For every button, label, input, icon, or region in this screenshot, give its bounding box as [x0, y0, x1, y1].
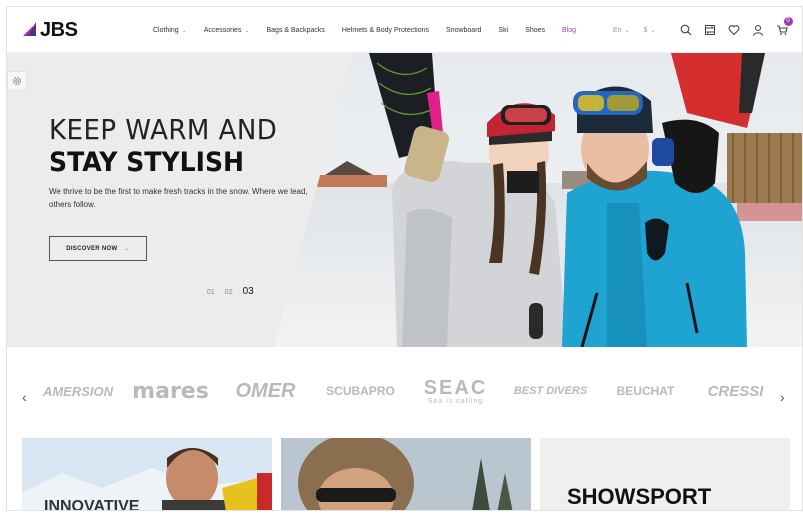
- brand-logo[interactable]: SEAC Sea is calling: [408, 371, 503, 411]
- chevron-right-icon[interactable]: ›: [780, 389, 785, 405]
- slide-dot-2[interactable]: 02: [225, 289, 233, 296]
- hero-description: We thrive to be the first to make fresh …: [49, 187, 308, 209]
- slide-dot-3[interactable]: 03: [243, 286, 254, 297]
- hero-title-line2: STAY STYLISH: [49, 147, 245, 178]
- brand-name: BEST DIVERS: [513, 385, 588, 397]
- nav-label: Helmets & Body Protections: [341, 26, 430, 34]
- settings-gear-button[interactable]: [7, 71, 27, 91]
- language-select[interactable]: En ⌄: [613, 27, 630, 34]
- promo-card-1[interactable]: INNOVATIVE: [22, 438, 272, 511]
- discover-now-button[interactable]: DISCOVER NOW →: [49, 236, 147, 261]
- brand-name: SEAC: [423, 376, 488, 399]
- brand-name: SCUBAPRO: [326, 384, 395, 398]
- brand-name: mares: [132, 378, 209, 404]
- brand-name: AMERSION: [42, 383, 114, 399]
- brand-logo[interactable]: AMERSION: [33, 371, 123, 411]
- nav-item-clothing[interactable]: Clothing ⌄: [153, 27, 187, 34]
- main-nav: Clothing ⌄ Accessories ⌄ Bags & Backpack…: [153, 7, 593, 53]
- chevron-down-icon: ⌄: [624, 27, 630, 34]
- brand-list: AMERSION mares OMER SCUBAPRO SEAC Sea is…: [33, 371, 783, 411]
- chevron-down-icon: ⌄: [181, 27, 187, 34]
- language-value: En: [613, 26, 622, 34]
- promo-card-3[interactable]: SHOWSPORT: [540, 438, 790, 510]
- gear-icon: [12, 76, 22, 86]
- nav-label: Bags & Backpacks: [266, 26, 325, 34]
- compare-icon[interactable]: [702, 22, 718, 38]
- user-icon[interactable]: [750, 22, 766, 38]
- nav-label: Blog: [562, 26, 577, 34]
- brand-carousel: ‹ AMERSION mares OMER SCUBAPRO SEAC Sea …: [7, 347, 802, 437]
- chevron-down-icon: ⌄: [244, 27, 250, 34]
- search-icon[interactable]: [678, 22, 694, 38]
- nav-item-snowboard[interactable]: Snowboard: [446, 27, 481, 34]
- promo-card-2[interactable]: [281, 438, 531, 510]
- hero-title-line1: KEEP WARM AND: [49, 113, 278, 146]
- brand-name: BEUCHAT: [616, 384, 675, 398]
- logo[interactable]: JBS: [23, 18, 78, 41]
- nav-item-accessories[interactable]: Accessories ⌄: [204, 27, 250, 34]
- nav-label: Clothing: [153, 26, 179, 34]
- slide-pager: 01 02 03: [207, 286, 264, 297]
- brand-logo[interactable]: SCUBAPRO: [313, 371, 408, 411]
- cart-count-badge: 0: [783, 17, 793, 26]
- nav-label: Ski: [498, 26, 509, 34]
- discover-now-label: DISCOVER NOW: [66, 245, 118, 252]
- promo-cards: INNOVATIVE SHOWSPORT: [7, 437, 802, 511]
- nav-label: Accessories: [203, 26, 242, 34]
- brand-logo[interactable]: BEST DIVERS: [503, 371, 598, 411]
- page-frame: JBS Clothing ⌄ Accessories ⌄ Bags & Back…: [6, 6, 803, 511]
- brand-logo[interactable]: OMER: [218, 371, 313, 411]
- nav-item-shoes[interactable]: Shoes: [525, 27, 545, 34]
- nav-item-bags-backpacks[interactable]: Bags & Backpacks: [266, 27, 324, 34]
- heart-icon[interactable]: [726, 22, 742, 38]
- hero-slider: KEEP WARM AND STAY STYLISH We thrive to …: [7, 53, 802, 347]
- brand-name: OMER: [235, 379, 296, 402]
- brand-name: CRESSI: [707, 382, 764, 400]
- nav-item-helmets[interactable]: Helmets & Body Protections: [342, 27, 429, 34]
- currency-value: $: [643, 26, 648, 34]
- nav-label: Shoes: [525, 26, 546, 34]
- logo-text: JBS: [40, 18, 78, 41]
- logo-mark-icon: [23, 22, 39, 38]
- site-header: JBS Clothing ⌄ Accessories ⌄ Bags & Back…: [7, 7, 802, 53]
- chevron-left-icon[interactable]: ‹: [22, 389, 27, 405]
- nav-label: Snowboard: [446, 26, 482, 34]
- brand-logo[interactable]: mares: [123, 371, 218, 411]
- header-tools: En ⌄ $ ⌄ 0: [613, 7, 793, 53]
- brand-logo[interactable]: CRESSI: [693, 371, 778, 411]
- brand-tagline: Sea is calling: [427, 397, 484, 405]
- promo-card-title: SHOWSPORT: [567, 484, 712, 509]
- brand-logo[interactable]: BEUCHAT: [598, 371, 693, 411]
- chevron-down-icon: ⌄: [650, 27, 656, 34]
- slide-dot-1[interactable]: 01: [207, 289, 215, 296]
- promo-card-image: [281, 438, 531, 510]
- arrow-right-icon: →: [123, 245, 130, 252]
- currency-select[interactable]: $ ⌄: [644, 27, 656, 34]
- cart-icon[interactable]: 0: [774, 17, 793, 38]
- nav-item-blog[interactable]: Blog: [562, 27, 576, 34]
- nav-item-ski[interactable]: Ski: [498, 27, 508, 34]
- promo-card-title: INNOVATIVE: [44, 498, 140, 511]
